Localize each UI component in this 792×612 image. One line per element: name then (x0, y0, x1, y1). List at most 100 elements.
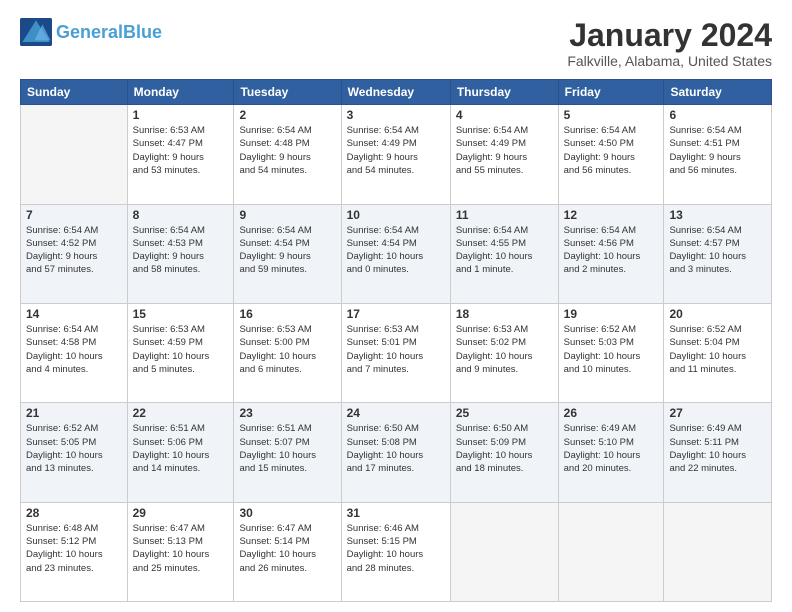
calendar-day-cell: 13Sunrise: 6:54 AMSunset: 4:57 PMDayligh… (664, 204, 772, 303)
day-number: 30 (239, 506, 335, 520)
day-number: 5 (564, 108, 659, 122)
calendar-day-cell: 26Sunrise: 6:49 AMSunset: 5:10 PMDayligh… (558, 403, 664, 502)
calendar-day-cell (450, 502, 558, 601)
day-info: Sunrise: 6:54 AMSunset: 4:56 PMDaylight:… (564, 224, 659, 277)
day-number: 31 (347, 506, 445, 520)
day-number: 12 (564, 208, 659, 222)
logo: GeneralBlue (20, 18, 162, 46)
calendar-day-cell: 22Sunrise: 6:51 AMSunset: 5:06 PMDayligh… (127, 403, 234, 502)
calendar-day-cell (558, 502, 664, 601)
day-number: 15 (133, 307, 229, 321)
day-info: Sunrise: 6:54 AMSunset: 4:50 PMDaylight:… (564, 124, 659, 177)
day-info: Sunrise: 6:54 AMSunset: 4:54 PMDaylight:… (239, 224, 335, 277)
weekday-header: Saturday (664, 80, 772, 105)
calendar-day-cell: 3Sunrise: 6:54 AMSunset: 4:49 PMDaylight… (341, 105, 450, 204)
logo-text: GeneralBlue (56, 23, 162, 41)
day-number: 8 (133, 208, 229, 222)
day-info: Sunrise: 6:52 AMSunset: 5:05 PMDaylight:… (26, 422, 122, 475)
day-info: Sunrise: 6:53 AMSunset: 4:47 PMDaylight:… (133, 124, 229, 177)
title-block: January 2024 Falkville, Alabama, United … (567, 18, 772, 69)
calendar-day-cell: 27 Sunrise: 6:49 AMSunset: 5:11 PMDayligh… (664, 403, 772, 502)
calendar-week-row: 21Sunrise: 6:52 AMSunset: 5:05 PMDayligh… (21, 403, 772, 502)
calendar-week-row: 1 Sunrise: 6:53 AMSunset: 4:47 PMDaylight… (21, 105, 772, 204)
day-number: 29 (133, 506, 229, 520)
day-number: 7 (26, 208, 122, 222)
day-info: Sunrise: 6:48 AMSunset: 5:12 PMDaylight:… (26, 522, 122, 575)
day-info: Sunrise: 6:54 AMSunset: 4:49 PMDaylight:… (347, 124, 445, 177)
day-info: Sunrise: 6:53 AMSunset: 5:02 PMDaylight:… (456, 323, 553, 376)
day-number: 6 (669, 108, 766, 122)
day-number: 25 (456, 406, 553, 420)
day-number: 1 (133, 108, 229, 122)
calendar-week-row: 14Sunrise: 6:54 AMSunset: 4:58 PMDayligh… (21, 303, 772, 402)
day-number: 23 (239, 406, 335, 420)
calendar-day-cell: 7 Sunrise: 6:54 AMSunset: 4:52 PMDaylight… (21, 204, 128, 303)
calendar-day-cell: 4 Sunrise: 6:54 AMSunset: 4:49 PMDaylight… (450, 105, 558, 204)
calendar-day-cell: 30 Sunrise: 6:47 AMSunset: 5:14 PMDayligh… (234, 502, 341, 601)
day-info: Sunrise: 6:52 AMSunset: 5:03 PMDaylight:… (564, 323, 659, 376)
day-info: Sunrise: 6:51 AMSunset: 5:06 PMDaylight:… (133, 422, 229, 475)
day-number: 18 (456, 307, 553, 321)
weekday-header: Wednesday (341, 80, 450, 105)
weekday-header: Thursday (450, 80, 558, 105)
day-info: Sunrise: 6:54 AMSunset: 4:49 PMDaylight:… (456, 124, 553, 177)
day-info: Sunrise: 6:54 AMSunset: 4:48 PMDaylight:… (239, 124, 335, 177)
calendar-day-cell: 24 Sunrise: 6:50 AMSunset: 5:08 PMDayligh… (341, 403, 450, 502)
day-number: 20 (669, 307, 766, 321)
day-info: Sunrise: 6:49 AMSunset: 5:11 PMDaylight:… (669, 422, 766, 475)
day-info: Sunrise: 6:54 AMSunset: 4:57 PMDaylight:… (669, 224, 766, 277)
day-info: Sunrise: 6:52 AMSunset: 5:04 PMDaylight:… (669, 323, 766, 376)
day-number: 9 (239, 208, 335, 222)
day-number: 4 (456, 108, 553, 122)
header: GeneralBlue January 2024 Falkville, Alab… (20, 18, 772, 69)
calendar-day-cell: 21Sunrise: 6:52 AMSunset: 5:05 PMDayligh… (21, 403, 128, 502)
day-number: 11 (456, 208, 553, 222)
calendar: SundayMondayTuesdayWednesdayThursdayFrid… (20, 79, 772, 602)
calendar-day-cell: 25 Sunrise: 6:50 AMSunset: 5:09 PMDayligh… (450, 403, 558, 502)
calendar-day-cell: 8Sunrise: 6:54 AMSunset: 4:53 PMDaylight… (127, 204, 234, 303)
calendar-day-cell: 20 Sunrise: 6:52 AMSunset: 5:04 PMDayligh… (664, 303, 772, 402)
day-number: 24 (347, 406, 445, 420)
day-info: Sunrise: 6:47 AMSunset: 5:13 PMDaylight:… (133, 522, 229, 575)
logo-blue: Blue (123, 22, 162, 42)
day-number: 2 (239, 108, 335, 122)
day-number: 27 (669, 406, 766, 420)
calendar-day-cell: 14Sunrise: 6:54 AMSunset: 4:58 PMDayligh… (21, 303, 128, 402)
calendar-day-cell: 15 Sunrise: 6:53 AMSunset: 4:59 PMDayligh… (127, 303, 234, 402)
day-info: Sunrise: 6:54 AMSunset: 4:54 PMDaylight:… (347, 224, 445, 277)
day-info: Sunrise: 6:49 AMSunset: 5:10 PMDaylight:… (564, 422, 659, 475)
calendar-day-cell: 9 Sunrise: 6:54 AMSunset: 4:54 PMDaylight… (234, 204, 341, 303)
calendar-week-row: 28 Sunrise: 6:48 AMSunset: 5:12 PMDayligh… (21, 502, 772, 601)
day-info: Sunrise: 6:47 AMSunset: 5:14 PMDaylight:… (239, 522, 335, 575)
day-number: 17 (347, 307, 445, 321)
day-info: Sunrise: 6:54 AMSunset: 4:52 PMDaylight:… (26, 224, 122, 277)
logo-general: General (56, 22, 123, 42)
calendar-day-cell: 23 Sunrise: 6:51 AMSunset: 5:07 PMDayligh… (234, 403, 341, 502)
day-info: Sunrise: 6:54 AMSunset: 4:55 PMDaylight:… (456, 224, 553, 277)
day-info: Sunrise: 6:46 AMSunset: 5:15 PMDaylight:… (347, 522, 445, 575)
calendar-day-cell: 29 Sunrise: 6:47 AMSunset: 5:13 PMDayligh… (127, 502, 234, 601)
weekday-header: Monday (127, 80, 234, 105)
calendar-day-cell: 12 Sunrise: 6:54 AMSunset: 4:56 PMDayligh… (558, 204, 664, 303)
day-info: Sunrise: 6:51 AMSunset: 5:07 PMDaylight:… (239, 422, 335, 475)
calendar-day-cell (21, 105, 128, 204)
day-number: 10 (347, 208, 445, 222)
day-number: 16 (239, 307, 335, 321)
calendar-day-cell: 6 Sunrise: 6:54 AMSunset: 4:51 PMDaylight… (664, 105, 772, 204)
day-info: Sunrise: 6:53 AMSunset: 5:00 PMDaylight:… (239, 323, 335, 376)
calendar-day-cell: 18 Sunrise: 6:53 AMSunset: 5:02 PMDayligh… (450, 303, 558, 402)
calendar-day-cell: 2 Sunrise: 6:54 AMSunset: 4:48 PMDaylight… (234, 105, 341, 204)
day-number: 19 (564, 307, 659, 321)
day-info: Sunrise: 6:53 AMSunset: 5:01 PMDaylight:… (347, 323, 445, 376)
day-info: Sunrise: 6:54 AMSunset: 4:51 PMDaylight:… (669, 124, 766, 177)
day-number: 28 (26, 506, 122, 520)
calendar-day-cell: 31 Sunrise: 6:46 AMSunset: 5:15 PMDayligh… (341, 502, 450, 601)
day-info: Sunrise: 6:50 AMSunset: 5:08 PMDaylight:… (347, 422, 445, 475)
calendar-day-cell: 10 Sunrise: 6:54 AMSunset: 4:54 PMDayligh… (341, 204, 450, 303)
calendar-day-cell: 28 Sunrise: 6:48 AMSunset: 5:12 PMDayligh… (21, 502, 128, 601)
calendar-header-row: SundayMondayTuesdayWednesdayThursdayFrid… (21, 80, 772, 105)
day-info: Sunrise: 6:50 AMSunset: 5:09 PMDaylight:… (456, 422, 553, 475)
weekday-header: Sunday (21, 80, 128, 105)
day-info: Sunrise: 6:53 AMSunset: 4:59 PMDaylight:… (133, 323, 229, 376)
day-info: Sunrise: 6:54 AMSunset: 4:58 PMDaylight:… (26, 323, 122, 376)
